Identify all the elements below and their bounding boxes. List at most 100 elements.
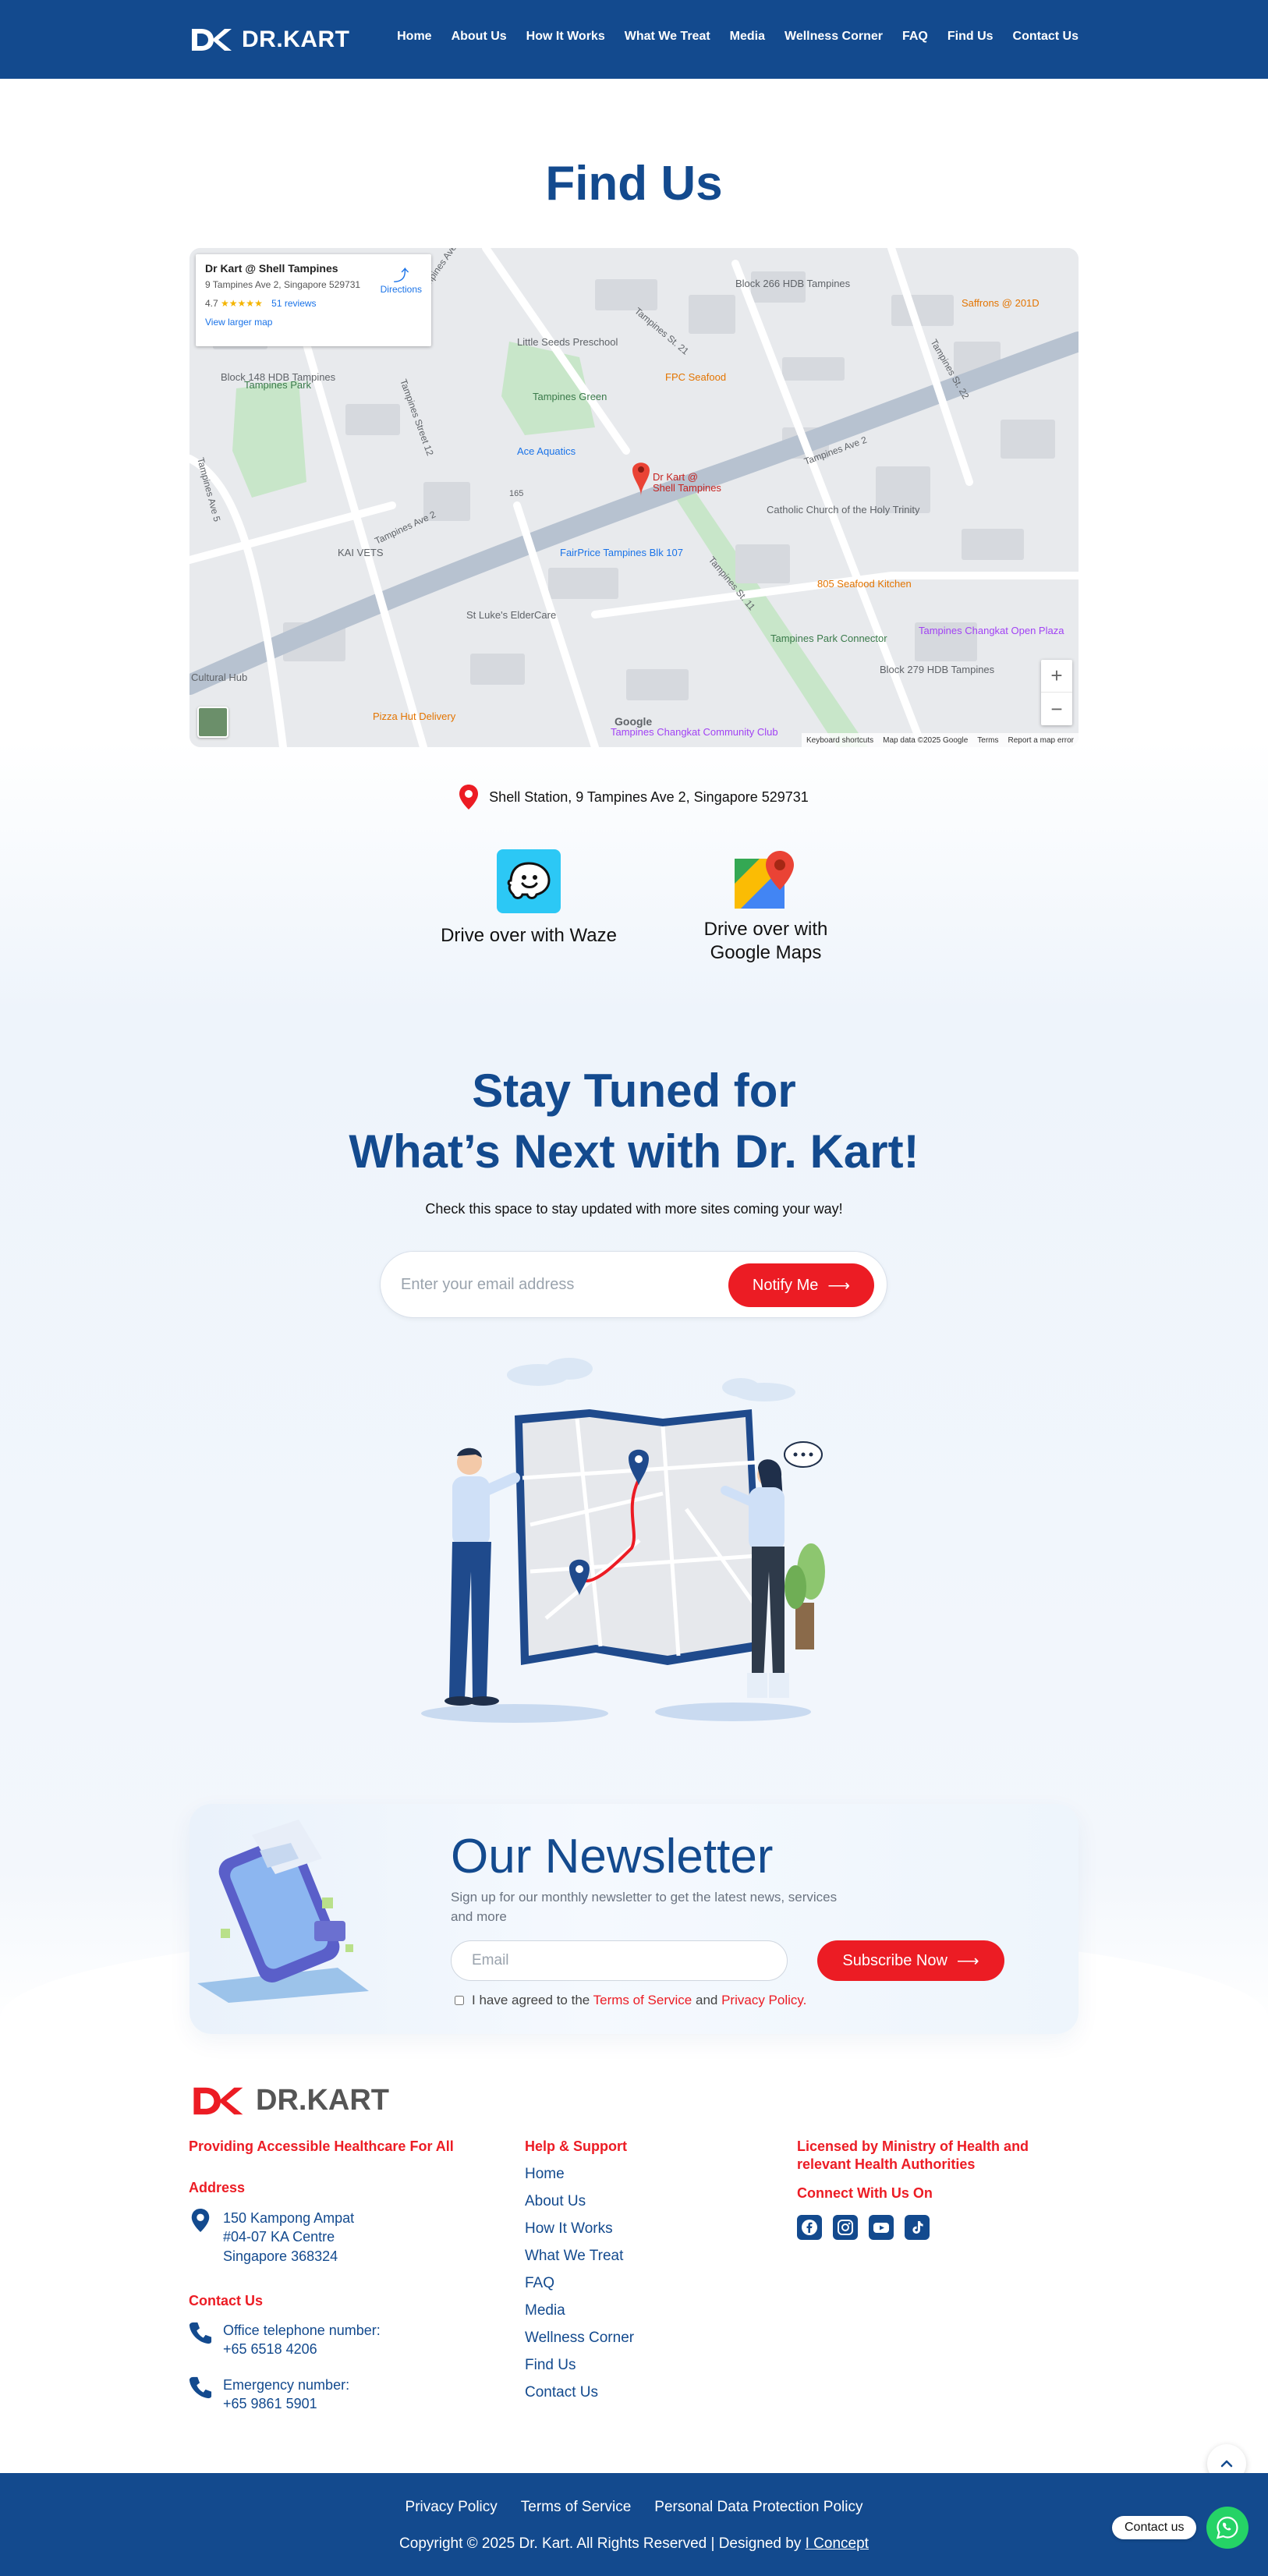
directions-button[interactable]: ⤴ Directions: [381, 268, 422, 295]
footer-link-media[interactable]: Media: [525, 2302, 634, 2319]
notify-form: Notify Me ⟶: [380, 1251, 887, 1318]
google-watermark: Google: [615, 715, 652, 728]
notify-me-label: Notify Me: [752, 1276, 819, 1294]
phone-icon: [189, 2376, 212, 2399]
header-logo[interactable]: DR.KART: [189, 27, 350, 53]
map-label: Tampines Green: [533, 391, 607, 402]
stay-tuned-subtitle: Check this space to stay updated with mo…: [425, 1201, 843, 1217]
google-maps-link[interactable]: Drive over with Google Maps: [672, 849, 859, 965]
agree-and: and: [695, 1993, 718, 2007]
nav-faq[interactable]: FAQ: [902, 30, 928, 44]
contact-heading: Contact Us: [189, 2293, 264, 2308]
footer-link-how-it-works[interactable]: How It Works: [525, 2220, 634, 2238]
emergency-phone-label: Emergency number:: [223, 2377, 350, 2393]
agree-checkbox-row: I have agreed to the Terms of Service an…: [455, 1993, 806, 2008]
map-label: St Luke's ElderCare: [466, 609, 556, 621]
view-larger-map-link[interactable]: View larger map: [205, 317, 422, 328]
address-line-1: 150 Kampong Ampat: [223, 2210, 355, 2226]
designer-link[interactable]: I Concept: [806, 2535, 869, 2552]
rating-value: 4.7: [205, 298, 218, 309]
address-row: Shell Station, 9 Tampines Ave 2, Singapo…: [0, 785, 1268, 810]
terms-of-service-footer-link[interactable]: Terms of Service: [521, 2499, 631, 2516]
map-people-illustration: [421, 1358, 825, 1723]
instagram-icon[interactable]: [833, 2215, 858, 2240]
logo-mark-icon: [192, 29, 232, 51]
nav-wellness-corner[interactable]: Wellness Corner: [785, 30, 883, 44]
footer-link-home[interactable]: Home: [525, 2166, 634, 2183]
map-label: FPC Seafood: [665, 371, 726, 383]
footer-logo-mark-icon: [193, 2087, 243, 2114]
tiktok-icon[interactable]: [905, 2215, 930, 2240]
subscribe-now-button[interactable]: Subscribe Now ⟶: [817, 1940, 1004, 1981]
nav-about-us[interactable]: About Us: [452, 30, 507, 44]
zoom-in-button[interactable]: +: [1041, 660, 1072, 693]
nav-what-we-treat[interactable]: What We Treat: [625, 30, 710, 44]
newsletter-phone-illustration: [197, 1819, 369, 2003]
nav-how-it-works[interactable]: How It Works: [526, 30, 605, 44]
address-line-3: Singapore 368324: [223, 2248, 338, 2264]
location-icon: [191, 2209, 210, 2232]
keyboard-shortcuts-link[interactable]: Keyboard shortcuts: [806, 736, 873, 745]
nav-find-us[interactable]: Find Us: [947, 30, 994, 44]
arrow-right-icon: ⟶: [956, 1952, 979, 1970]
google-maps-label-1: Drive over with: [703, 919, 828, 940]
terms-of-service-link[interactable]: Terms of Service: [593, 1993, 692, 2007]
map-label: Block 266 HDB Tampines: [735, 278, 851, 289]
map-zoom-controls: + −: [1041, 660, 1072, 725]
privacy-policy-footer-link[interactable]: Privacy Policy: [406, 2499, 498, 2516]
directions-icon: ⤴: [393, 268, 409, 285]
terms-link[interactable]: Terms: [977, 736, 998, 745]
reviews-link[interactable]: 51 reviews: [271, 298, 316, 309]
zoom-out-button[interactable]: −: [1041, 693, 1072, 725]
footer-logo-text: DR.KART: [256, 2084, 389, 2117]
pdpa-footer-link[interactable]: Personal Data Protection Policy: [654, 2499, 862, 2516]
copyright: Copyright © 2025 Dr. Kart. All Rights Re…: [0, 2535, 1268, 2553]
map-label: Tampines Changkat Community Club: [611, 726, 778, 738]
agree-checkbox[interactable]: [455, 1996, 464, 2005]
address-heading: Address: [189, 2180, 246, 2195]
footer-link-faq[interactable]: FAQ: [525, 2275, 634, 2292]
map-label: Little Seeds Preschool: [517, 336, 618, 348]
emergency-phone-number[interactable]: +65 9861 5901: [223, 2394, 349, 2413]
map-label: Ace Aquatics: [517, 445, 576, 457]
map-layer-toggle[interactable]: [197, 707, 228, 738]
footer-link-about-us[interactable]: About Us: [525, 2193, 634, 2210]
chevron-up-icon: [1220, 2460, 1233, 2468]
office-phone-number[interactable]: +65 6518 4206: [223, 2340, 381, 2358]
whatsapp-button[interactable]: [1206, 2507, 1249, 2549]
stay-tuned-line-1: Stay Tuned for: [472, 1065, 796, 1117]
nav-home[interactable]: Home: [397, 30, 431, 44]
map-label: FairPrice Tampines Blk 107: [560, 547, 683, 558]
youtube-icon[interactable]: [869, 2215, 894, 2240]
notify-email-input[interactable]: [401, 1267, 697, 1302]
stay-tuned-line-2: What’s Next with Dr. Kart!: [349, 1125, 919, 1178]
map-pin-icon: [459, 785, 479, 810]
map-label: 805 Seafood Kitchen: [817, 578, 912, 590]
footer-link-wellness-corner[interactable]: Wellness Corner: [525, 2330, 634, 2347]
report-error-link[interactable]: Report a map error: [1008, 736, 1074, 745]
waze-link[interactable]: Drive over with Waze: [427, 849, 630, 948]
directions-label: Directions: [380, 284, 422, 295]
nav-media[interactable]: Media: [730, 30, 765, 44]
logo-text: DR.KART: [242, 27, 350, 52]
map-info-card: Dr Kart @ Shell Tampines 9 Tampines Ave …: [196, 254, 431, 346]
notify-me-button[interactable]: Notify Me ⟶: [728, 1263, 874, 1307]
footer-logo[interactable]: DR.KART: [189, 2084, 389, 2117]
facebook-icon[interactable]: [797, 2215, 822, 2240]
newsletter-title: Our Newsletter: [451, 1830, 774, 1883]
footer-link-contact-us[interactable]: Contact Us: [525, 2384, 634, 2401]
google-maps-icon: [735, 851, 794, 909]
office-phone: Office telephone number: +65 6518 4206: [189, 2321, 381, 2359]
office-phone-label: Office telephone number:: [223, 2323, 381, 2338]
newsletter-email-input[interactable]: [451, 1940, 788, 1981]
phone-icon: [189, 2322, 212, 2344]
nav-contact-us[interactable]: Contact Us: [1013, 30, 1079, 44]
map-label: Saffrons @ 201D: [962, 297, 1040, 309]
privacy-policy-link[interactable]: Privacy Policy.: [721, 1993, 806, 2007]
footer-link-find-us[interactable]: Find Us: [525, 2357, 634, 2374]
legal-links: Privacy Policy Terms of Service Personal…: [0, 2499, 1268, 2516]
footer-link-what-we-treat[interactable]: What We Treat: [525, 2248, 634, 2265]
contact-us-chat-label[interactable]: Contact us: [1112, 2516, 1197, 2539]
google-map[interactable]: Tampines St. 21 Tampines Ave 4 Tampines …: [189, 248, 1079, 747]
main-nav: Home About Us How It Works What We Treat…: [397, 30, 1079, 44]
